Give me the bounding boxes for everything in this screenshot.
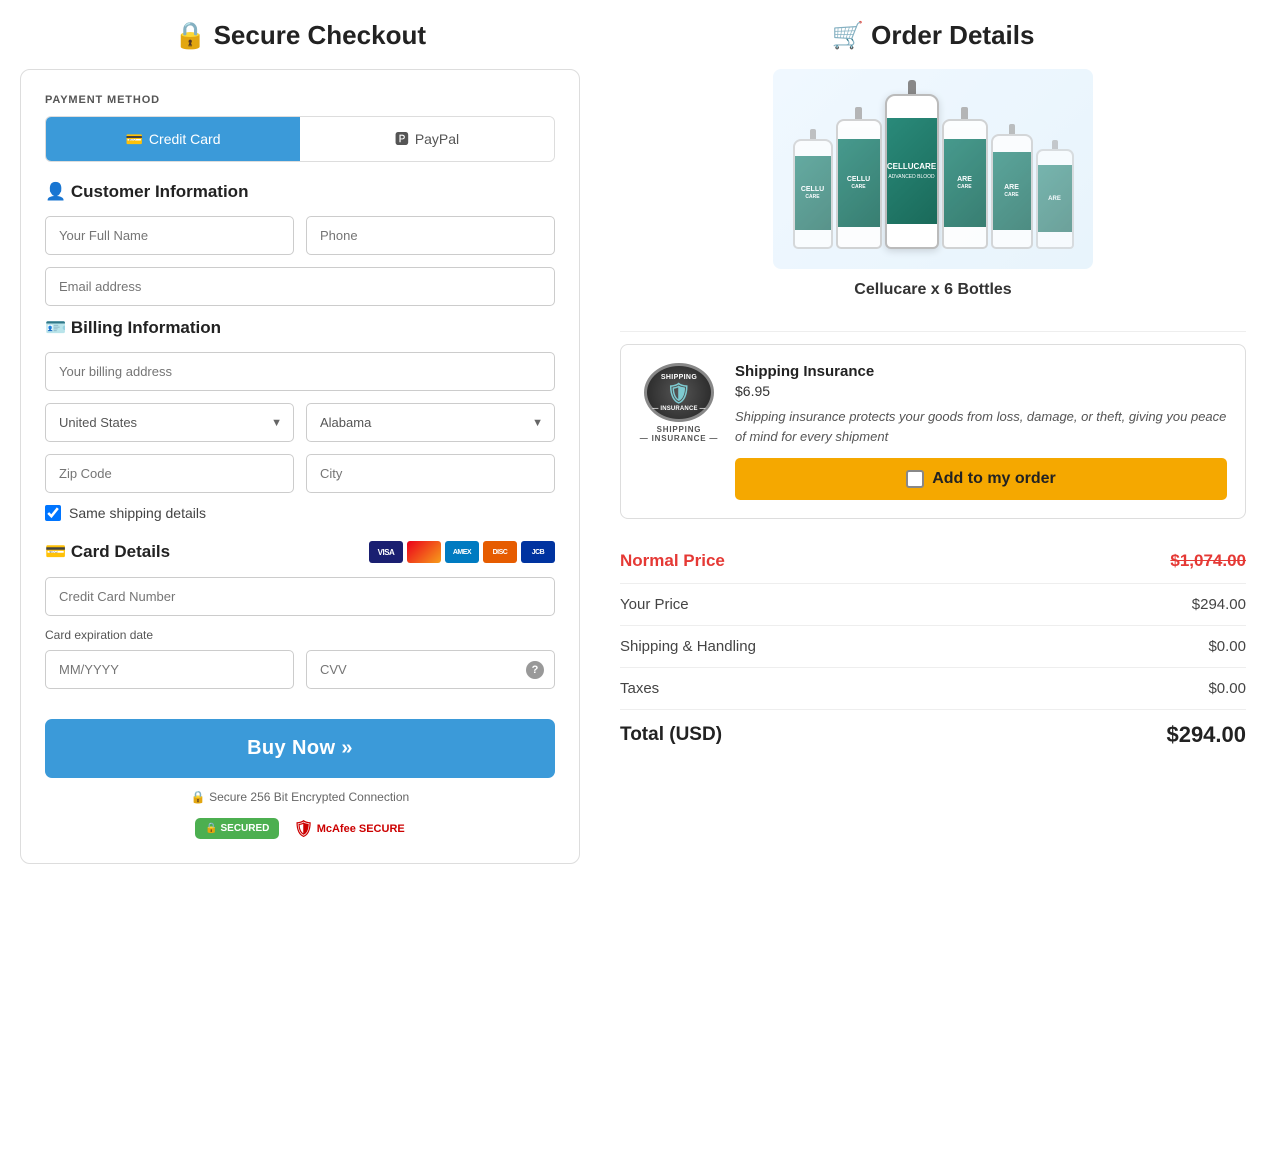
zip-group [45, 454, 294, 493]
total-value: $294.00 [1166, 722, 1246, 748]
mastercard-logo [407, 541, 441, 563]
full-name-group [45, 216, 294, 255]
trust-badges: 🔒 SECURED 🛡 McAfee SECURE [45, 818, 555, 839]
card-number-row [45, 577, 555, 616]
tab-paypal[interactable]: 🅿 PayPal [300, 117, 554, 161]
shipping-label: Shipping & Handling [620, 638, 756, 655]
zip-input[interactable] [45, 454, 294, 493]
full-name-input[interactable] [45, 216, 294, 255]
order-details-header: 🛒 Order Details [620, 20, 1246, 51]
normal-price-value: $1,074.00 [1170, 551, 1246, 571]
credit-card-icon: 💳 [125, 131, 142, 148]
visa-logo: VISA [369, 541, 403, 563]
phone-group [306, 216, 555, 255]
add-to-order-label: Add to my order [932, 470, 1056, 488]
paypal-icon: 🅿 [395, 129, 409, 149]
order-details-panel: 🛒 Order Details CELLUCARE [620, 20, 1246, 864]
buy-now-button[interactable]: Buy Now » [45, 719, 555, 778]
cvv-help-icon[interactable]: ? [526, 661, 544, 679]
discover-logo: DISC [483, 541, 517, 563]
billing-address-input[interactable] [45, 352, 555, 391]
city-group [306, 454, 555, 493]
insurance-badge-top: SHIPPING [661, 374, 697, 381]
email-group [45, 267, 555, 306]
your-price-value: $294.00 [1192, 596, 1246, 613]
product-bottles-image: CELLUCARE CELLUCARE [773, 69, 1093, 269]
same-shipping-row: Same shipping details [45, 505, 555, 521]
expiry-input[interactable] [45, 650, 294, 689]
taxes-value: $0.00 [1208, 680, 1246, 697]
country-select[interactable]: United States [45, 403, 294, 442]
your-price-label: Your Price [620, 596, 689, 613]
email-input[interactable] [45, 267, 555, 306]
phone-input[interactable] [306, 216, 555, 255]
amex-logo: AMEX [445, 541, 479, 563]
shield-icon: 🛡 [666, 381, 692, 406]
shipping-row: Shipping & Handling $0.00 [620, 626, 1246, 668]
insurance-badge: SHIPPING 🛡 — INSURANCE — [644, 363, 714, 422]
tab-credit-card[interactable]: 💳 Credit Card [46, 117, 300, 161]
expiry-group [45, 650, 294, 689]
insurance-content: Shipping Insurance $6.95 Shipping insura… [735, 363, 1227, 500]
insurance-price: $6.95 [735, 383, 1227, 399]
name-phone-row [45, 216, 555, 255]
state-select-wrapper: Alabama ▼ [306, 403, 555, 442]
card-details-title: 💳 Card Details [45, 542, 170, 562]
country-select-wrapper: United States ▼ [45, 403, 294, 442]
paypal-tab-label: PayPal [415, 131, 459, 147]
insurance-badge-bottom: — INSURANCE — [652, 406, 705, 412]
taxes-row: Taxes $0.00 [620, 668, 1246, 710]
total-row: Total (USD) $294.00 [620, 710, 1246, 760]
add-order-checkbox [906, 470, 924, 488]
mcafee-label: McAfee SECURE [317, 823, 405, 835]
add-to-order-button[interactable]: Add to my order [735, 458, 1227, 500]
pricing-section: Normal Price $1,074.00 Your Price $294.0… [620, 539, 1246, 760]
card-number-input[interactable] [45, 577, 555, 616]
expiry-label: Card expiration date [45, 628, 555, 642]
secure-text: 🔒 Secure 256 Bit Encrypted Connection [45, 790, 555, 804]
cvv-group: ? [306, 650, 555, 689]
product-name: Cellucare x 6 Bottles [854, 281, 1011, 299]
billing-address-group [45, 352, 555, 391]
payment-tabs: 💳 Credit Card 🅿 PayPal [45, 116, 555, 162]
insurance-icon: SHIPPING 🛡 — INSURANCE — SHIPPING— INSUR… [639, 363, 719, 443]
mcafee-icon: 🛡 [293, 819, 313, 839]
your-price-row: Your Price $294.00 [620, 584, 1246, 626]
insurance-description: Shipping insurance protects your goods f… [735, 407, 1227, 446]
checkout-panel: 🔒 Secure Checkout PAYMENT METHOD 💳 Credi… [20, 20, 580, 864]
expiry-cvv-row: ? [45, 650, 555, 689]
shipping-label-text: SHIPPING— INSURANCE — [640, 425, 718, 443]
insurance-card: SHIPPING 🛡 — INSURANCE — SHIPPING— INSUR… [620, 344, 1246, 519]
normal-price-row: Normal Price $1,074.00 [620, 539, 1246, 584]
taxes-label: Taxes [620, 680, 659, 697]
billing-info-title: 🪪 Billing Information [45, 318, 555, 338]
cvv-input[interactable] [306, 650, 555, 689]
customer-info-title: 👤 Customer Information [45, 182, 555, 202]
insurance-title: Shipping Insurance [735, 363, 1227, 380]
card-number-group [45, 577, 555, 616]
zip-city-row [45, 454, 555, 493]
state-select[interactable]: Alabama [306, 403, 555, 442]
same-shipping-checkbox[interactable] [45, 505, 61, 521]
payment-method-label: PAYMENT METHOD [45, 94, 555, 106]
jcb-logo: JCB [521, 541, 555, 563]
total-label: Total (USD) [620, 724, 722, 746]
card-details-header: 💳 Card Details VISA AMEX DISC JCB [45, 541, 555, 563]
checkout-header: 🔒 Secure Checkout [20, 20, 580, 51]
badge-mcafee: 🛡 McAfee SECURE [293, 819, 404, 839]
divider-1 [620, 331, 1246, 332]
same-shipping-label: Same shipping details [69, 505, 206, 521]
card-logos: VISA AMEX DISC JCB [369, 541, 555, 563]
shipping-value: $0.00 [1208, 638, 1246, 655]
product-image-area: CELLUCARE CELLUCARE [620, 69, 1246, 315]
billing-address-row [45, 352, 555, 391]
credit-card-tab-label: Credit Card [149, 131, 221, 147]
normal-price-label: Normal Price [620, 551, 725, 571]
country-state-row: United States ▼ Alabama ▼ [45, 403, 555, 442]
email-row [45, 267, 555, 306]
city-input[interactable] [306, 454, 555, 493]
badge-secured: 🔒 SECURED [195, 818, 279, 839]
checkout-card: PAYMENT METHOD 💳 Credit Card 🅿 PayPal 👤 … [20, 69, 580, 864]
